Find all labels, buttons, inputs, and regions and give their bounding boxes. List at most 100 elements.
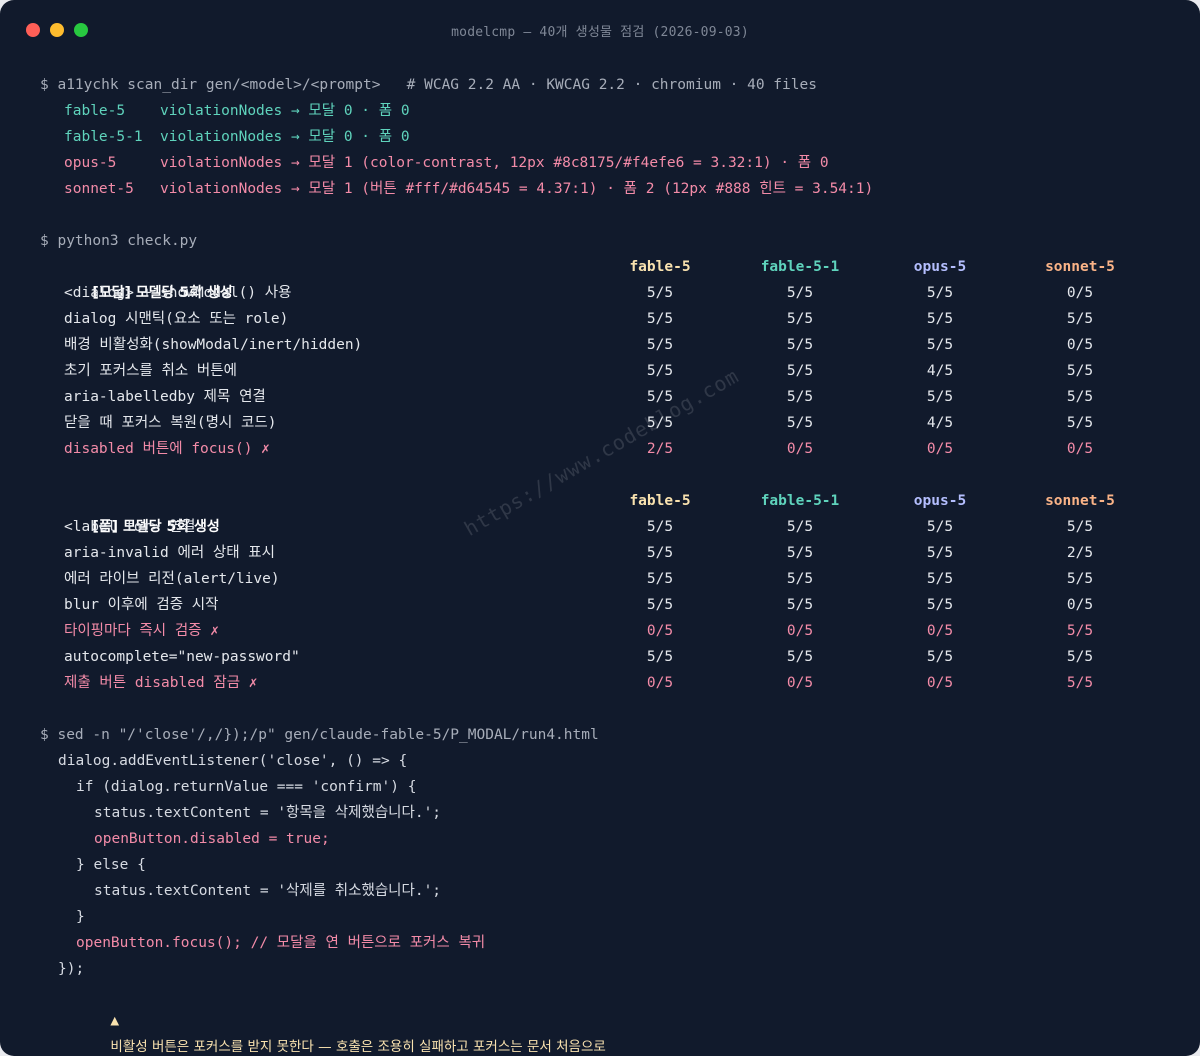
modal-cell: 4/5 xyxy=(926,363,954,379)
modal-table-row: dialog 시맨틱(요소 또는 role) 5/5 5/5 5/5 5/5 xyxy=(40,306,1170,332)
title-bar: modelcmp — 40개 생성물 점검 (2026-09-03) xyxy=(0,0,1200,60)
form-cell: 5/5 xyxy=(646,649,674,665)
modal-row-label: <dialog> + showModal() 사용 xyxy=(64,285,292,301)
form-cell: 5/5 xyxy=(926,649,954,665)
modal-table-row: 배경 비활성화(showModal/inert/hidden) 5/5 5/5 5/5… xyxy=(40,332,1170,358)
scan-line-fable-5: fable-5 violationNodes → 모달 0 · 폼 0 xyxy=(64,103,410,119)
modal-cell: 5/5 xyxy=(786,285,814,301)
modal-table-row: 초기 포커스를 취소 버튼에 5/5 5/5 4/5 5/5 xyxy=(40,358,1170,384)
column-header-opus-5: opus-5 xyxy=(913,259,967,275)
warning-text: 비활성 버튼은 포커스를 받지 못한다 — 호출은 조용히 실패하고 포커스는 … xyxy=(110,1039,606,1055)
form-cell: 2/5 xyxy=(1066,545,1094,561)
command-sed: $ sed -n "/'close'/,/});/p" gen/claude-f… xyxy=(40,727,599,743)
modal-cell: 5/5 xyxy=(926,337,954,353)
form-table-row: <label for> 연결 5/5 5/5 5/5 5/5 xyxy=(40,514,1170,540)
form-cell: 5/5 xyxy=(646,519,674,535)
modal-cell: 5/5 xyxy=(786,337,814,353)
form-row-label: 에러 라이브 리전(alert/live) xyxy=(64,571,280,587)
form-table-row: autocomplete="new-password" 5/5 5/5 5/5 5/5 xyxy=(40,644,1170,670)
form-table-row: 제출 버튼 disabled 잠금 ✗ 0/5 0/5 0/5 5/5 xyxy=(40,670,1170,696)
form-table-row: 타이핑마다 즉시 검증 ✗ 0/5 0/5 0/5 5/5 xyxy=(40,618,1170,644)
modal-row-label: disabled 버튼에 focus() ✗ xyxy=(64,441,270,457)
column-header-fable-5-1: fable-5-1 xyxy=(760,493,840,509)
form-row-label: blur 이후에 검증 시작 xyxy=(64,597,219,613)
form-cell: 5/5 xyxy=(1066,675,1094,691)
modal-row-label: 닫을 때 포커스 복원(명시 코드) xyxy=(64,415,277,431)
code-line: status.textContent = '항목을 삭제했습니다.'; xyxy=(94,805,442,821)
modal-cell: 5/5 xyxy=(646,337,674,353)
form-cell: 0/5 xyxy=(1066,597,1094,613)
modal-cell: 5/5 xyxy=(646,285,674,301)
modal-table-header: [모달] 모델당 5회 생성 fable-5 fable-5-1 opus-5 … xyxy=(40,254,1170,301)
code-line: } else { xyxy=(76,857,146,873)
command-check-py: $ python3 check.py xyxy=(40,233,198,249)
modal-cell: 5/5 xyxy=(1066,415,1094,431)
form-cell: 5/5 xyxy=(646,545,674,561)
code-line: status.textContent = '삭제를 취소했습니다.'; xyxy=(94,883,442,899)
form-cell: 0/5 xyxy=(926,623,954,639)
column-header-sonnet-5: sonnet-5 xyxy=(1045,259,1115,275)
modal-row-label: aria-labelledby 제목 연결 xyxy=(64,389,266,405)
modal-cell: 5/5 xyxy=(1066,389,1094,405)
modal-cell: 5/5 xyxy=(1066,311,1094,327)
modal-cell: 0/5 xyxy=(1066,337,1094,353)
form-cell: 5/5 xyxy=(786,597,814,613)
form-row-label: aria-invalid 에러 상태 표시 xyxy=(64,545,275,561)
code-line-highlighted: openButton.disabled = true; xyxy=(94,831,330,847)
command-a11ychk: $ a11ychk scan_dir gen/<model>/<prompt> … xyxy=(40,77,817,93)
terminal-output: $ a11ychk scan_dir gen/<model>/<prompt> … xyxy=(40,72,1170,1055)
form-row-label: 타이핑마다 즉시 검증 ✗ xyxy=(64,623,219,639)
code-line-highlighted: openButton.focus(); // 모달을 연 버튼으로 포커스 복귀 xyxy=(76,935,486,951)
modal-table-row: <dialog> + showModal() 사용 5/5 5/5 5/5 0/5 xyxy=(40,280,1170,306)
form-cell: 5/5 xyxy=(786,519,814,535)
form-cell: 5/5 xyxy=(646,597,674,613)
form-cell: 5/5 xyxy=(926,519,954,535)
form-row-label: <label for> 연결 xyxy=(64,519,196,535)
warning-line: ▲ 비활성 버튼은 포커스를 받지 못한다 — 호출은 조용히 실패하고 포커스… xyxy=(40,982,1170,1055)
modal-cell: 4/5 xyxy=(926,415,954,431)
form-cell: 0/5 xyxy=(786,675,814,691)
column-header-fable-5: fable-5 xyxy=(629,493,691,509)
window-title: modelcmp — 40개 생성물 점검 (2026-09-03) xyxy=(451,25,749,40)
form-cell: 5/5 xyxy=(1066,571,1094,587)
warning-icon: ▲ xyxy=(110,1013,120,1029)
modal-cell: 5/5 xyxy=(926,285,954,301)
modal-table-row: 닫을 때 포커스 복원(명시 코드) 5/5 5/5 4/5 5/5 xyxy=(40,410,1170,436)
code-line: } xyxy=(76,909,85,925)
column-header-fable-5: fable-5 xyxy=(629,259,691,275)
form-cell: 5/5 xyxy=(926,597,954,613)
form-row-label: autocomplete="new-password" xyxy=(64,649,300,665)
form-cell: 5/5 xyxy=(1066,519,1094,535)
form-cell: 5/5 xyxy=(1066,649,1094,665)
form-table-header: [폼] 모델당 5회 생성 fable-5 fable-5-1 opus-5 s… xyxy=(40,488,1170,535)
modal-row-label: 배경 비활성화(showModal/inert/hidden) xyxy=(64,337,363,353)
form-cell: 0/5 xyxy=(926,675,954,691)
form-cell: 0/5 xyxy=(646,675,674,691)
column-header-opus-5: opus-5 xyxy=(913,493,967,509)
modal-cell: 5/5 xyxy=(786,389,814,405)
scan-line-fable-5-1: fable-5-1 violationNodes → 모달 0 · 폼 0 xyxy=(64,129,410,145)
form-table-row: aria-invalid 에러 상태 표시 5/5 5/5 5/5 2/5 xyxy=(40,540,1170,566)
form-cell: 5/5 xyxy=(786,649,814,665)
modal-table-row: aria-labelledby 제목 연결 5/5 5/5 5/5 5/5 xyxy=(40,384,1170,410)
form-table-row: 에러 라이브 리전(alert/live) 5/5 5/5 5/5 5/5 xyxy=(40,566,1170,592)
terminal-window: modelcmp — 40개 생성물 점검 (2026-09-03) $ a11… xyxy=(0,0,1200,1056)
modal-cell: 5/5 xyxy=(926,311,954,327)
modal-cell: 5/5 xyxy=(786,363,814,379)
column-header-sonnet-5: sonnet-5 xyxy=(1045,493,1115,509)
modal-cell: 5/5 xyxy=(786,415,814,431)
code-line: if (dialog.returnValue === 'confirm') { xyxy=(76,779,417,795)
form-table-row: blur 이후에 검증 시작 5/5 5/5 5/5 0/5 xyxy=(40,592,1170,618)
modal-cell: 5/5 xyxy=(786,311,814,327)
modal-row-label: 초기 포커스를 취소 버튼에 xyxy=(64,363,237,379)
modal-cell: 0/5 xyxy=(1066,441,1094,457)
form-cell: 5/5 xyxy=(786,571,814,587)
modal-cell: 0/5 xyxy=(926,441,954,457)
column-header-fable-5-1: fable-5-1 xyxy=(760,259,840,275)
code-line: }); xyxy=(58,961,85,977)
form-cell: 5/5 xyxy=(786,545,814,561)
modal-cell: 5/5 xyxy=(926,389,954,405)
form-cell: 5/5 xyxy=(646,571,674,587)
form-cell: 5/5 xyxy=(926,545,954,561)
form-cell: 0/5 xyxy=(786,623,814,639)
